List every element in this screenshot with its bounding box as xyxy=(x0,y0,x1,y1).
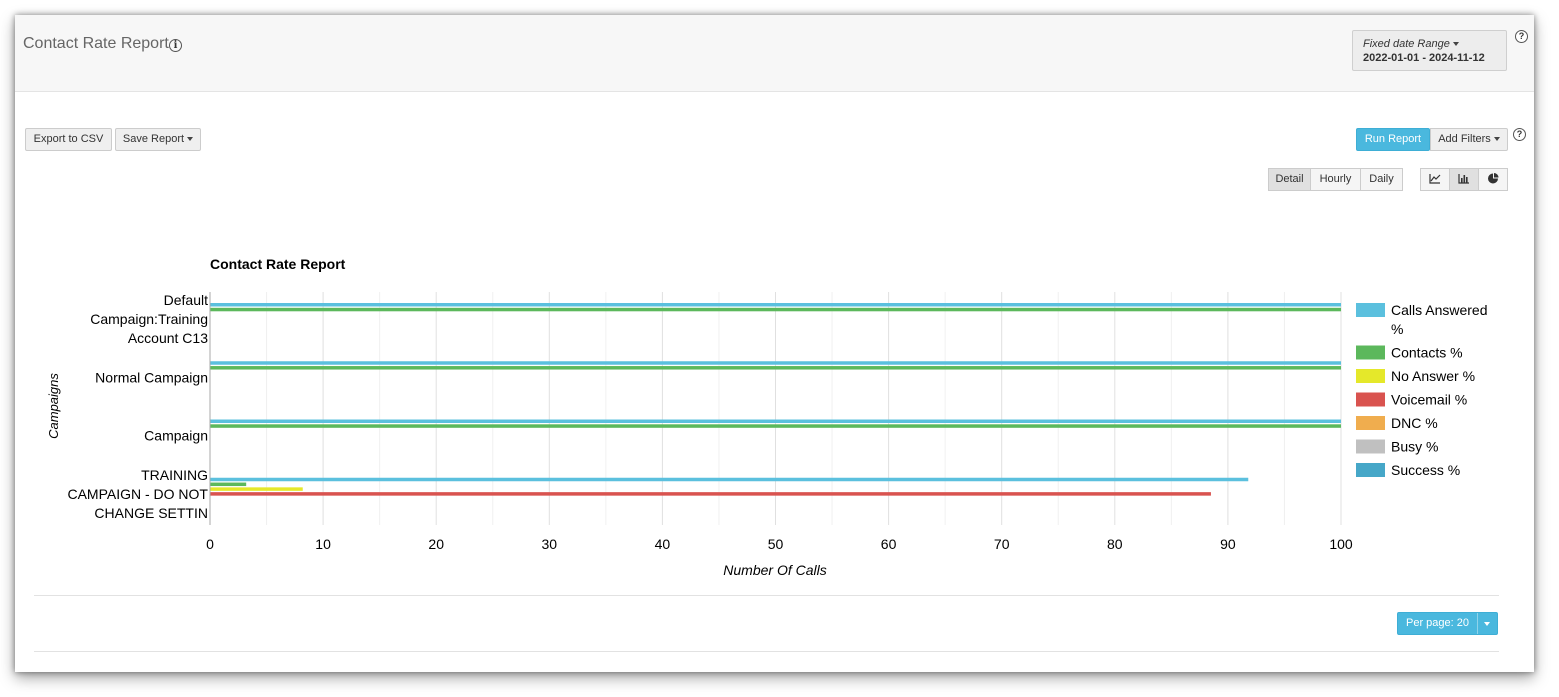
legend-label[interactable]: Success % xyxy=(1391,462,1460,478)
help-icon[interactable]: ? xyxy=(1513,128,1526,141)
run-report-button[interactable]: Run Report xyxy=(1356,128,1430,151)
category-label: CHANGE SETTIN xyxy=(94,505,208,521)
bar-no-answer-[interactable] xyxy=(210,487,303,491)
pie-chart-button[interactable] xyxy=(1478,168,1508,191)
chart-x-ticks: 0 10 20 30 40 50 60 70 80 90 100 xyxy=(206,536,1353,552)
date-range-label: Fixed date Range xyxy=(1363,38,1450,50)
legend-label[interactable]: % xyxy=(1391,321,1403,337)
add-filters-label: Add Filters xyxy=(1438,133,1491,145)
chevron-down-icon xyxy=(1452,42,1459,47)
per-page-label: Per page: 20 xyxy=(1406,617,1469,629)
x-tick-label: 30 xyxy=(542,536,558,552)
legend-swatch xyxy=(1356,345,1385,360)
view-hourly-button[interactable]: Hourly xyxy=(1310,168,1361,191)
x-tick-label: 60 xyxy=(881,536,897,552)
bar-voicemail-[interactable] xyxy=(210,492,1211,496)
export-csv-button[interactable]: Export to CSV xyxy=(25,128,112,151)
category-label: Default xyxy=(164,292,208,308)
x-tick-label: 20 xyxy=(428,536,444,552)
legend-label[interactable]: Voicemail % xyxy=(1391,392,1467,408)
divider xyxy=(34,651,1499,652)
chart-title: Contact Rate Report xyxy=(210,256,346,272)
x-tick-label: 90 xyxy=(1220,536,1236,552)
view-daily-button[interactable]: Daily xyxy=(1360,168,1403,191)
x-tick-label: 50 xyxy=(768,536,784,552)
legend-label[interactable]: DNC % xyxy=(1391,415,1438,431)
category-label: Campaign:Training xyxy=(90,311,208,327)
legend-swatch xyxy=(1356,439,1385,454)
save-report-button[interactable]: Save Report xyxy=(115,128,201,151)
report-window: Contact Rate Report i Fixed date Range 2… xyxy=(15,15,1534,672)
chart-category-labels: Default Campaign:Training Account C13 Norma… xyxy=(67,292,208,521)
x-tick-label: 100 xyxy=(1329,536,1353,552)
line-chart-icon xyxy=(1429,174,1441,184)
legend-swatch xyxy=(1356,416,1385,430)
legend-label[interactable]: Contacts % xyxy=(1391,345,1463,361)
category-label: Account C13 xyxy=(128,330,208,346)
bar-calls-answered-[interactable] xyxy=(210,477,1249,482)
split-divider xyxy=(1477,613,1478,634)
x-tick-label: 0 xyxy=(206,536,214,552)
category-label: Normal Campaign xyxy=(95,369,208,385)
x-tick-label: 70 xyxy=(994,536,1010,552)
bar-calls-answered-[interactable] xyxy=(210,303,1341,307)
help-icon[interactable]: ? xyxy=(1515,30,1528,43)
x-tick-label: 80 xyxy=(1107,536,1123,552)
info-icon[interactable]: i xyxy=(169,39,182,52)
legend-label[interactable]: Busy % xyxy=(1391,439,1438,455)
export-csv-label: Export to CSV xyxy=(33,133,104,145)
per-page-select[interactable]: Per page: 20 xyxy=(1397,612,1498,635)
page-title: Contact Rate Report xyxy=(23,35,169,52)
divider xyxy=(34,595,1499,596)
chevron-down-icon xyxy=(1484,622,1490,626)
view-daily-label: Daily xyxy=(1369,173,1394,185)
chart-legend: Calls Answered% Contacts % No Answer % Voic… xyxy=(1356,302,1488,478)
date-range-value: 2022-01-01 - 2024-11-12 xyxy=(1363,52,1485,64)
legend-swatch xyxy=(1356,303,1385,317)
x-tick-label: 40 xyxy=(655,536,671,552)
report-header: Contact Rate Report i Fixed date Range 2… xyxy=(15,15,1534,92)
view-hourly-label: Hourly xyxy=(1319,173,1352,185)
category-label: CAMPAIGN - DO NOT xyxy=(67,486,208,502)
category-label: TRAINING xyxy=(141,467,208,483)
chart-gridlines xyxy=(209,292,1342,525)
y-axis-label: Campaigns xyxy=(46,373,61,439)
bar-calls-answered-[interactable] xyxy=(210,419,1341,424)
legend-label[interactable]: No Answer % xyxy=(1391,368,1475,384)
bar-calls-answered-[interactable] xyxy=(210,361,1341,365)
legend-swatch xyxy=(1356,463,1385,477)
save-report-label: Save Report xyxy=(122,133,185,145)
date-range-picker[interactable]: Fixed date Range 2022-01-01 - 2024-11-12 xyxy=(1352,30,1507,71)
bar-contacts-[interactable] xyxy=(210,307,1341,312)
line-chart-button[interactable] xyxy=(1420,168,1450,191)
legend-swatch xyxy=(1356,392,1385,407)
chevron-down-icon xyxy=(187,137,194,142)
view-detail-label: Detail xyxy=(1275,173,1304,185)
contact-rate-chart: Contact Rate Report Default Campaign:Trai… xyxy=(46,256,1488,578)
x-tick-label: 10 xyxy=(315,536,331,552)
bar-contacts-[interactable] xyxy=(210,424,1341,428)
bar-contacts-[interactable] xyxy=(210,482,247,487)
run-report-label: Run Report xyxy=(1364,133,1422,145)
chevron-down-icon xyxy=(1493,137,1500,142)
x-axis-label: Number Of Calls xyxy=(723,562,826,578)
view-detail-button[interactable]: Detail xyxy=(1268,168,1311,191)
pie-chart-icon xyxy=(1488,173,1499,184)
legend-label[interactable]: Calls Answered xyxy=(1391,302,1488,318)
legend-swatch xyxy=(1356,369,1385,383)
bar-chart-icon xyxy=(1458,174,1469,184)
category-label: Campaign xyxy=(144,428,208,444)
bar-contacts-[interactable] xyxy=(210,366,1341,370)
bar-chart-button[interactable] xyxy=(1449,168,1479,191)
add-filters-button[interactable]: Add Filters xyxy=(1430,128,1508,151)
